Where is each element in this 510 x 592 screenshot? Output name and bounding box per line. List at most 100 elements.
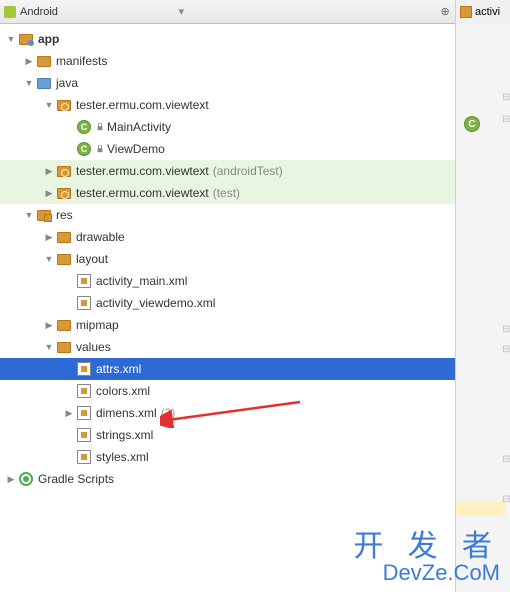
- node-label: drawable: [76, 230, 125, 244]
- watermark-line2: DevZe.CoM: [353, 562, 500, 584]
- module-folder-icon: [19, 34, 33, 45]
- chevron-right-icon[interactable]: ▶: [42, 188, 56, 199]
- view-mode-label: Android: [20, 6, 58, 18]
- folder-icon: [37, 56, 51, 67]
- folder-icon: [57, 320, 71, 331]
- tree-node-app[interactable]: ▼ app: [0, 28, 455, 50]
- node-label: layout: [76, 252, 108, 266]
- view-mode-dropdown[interactable]: Android ▾: [4, 5, 184, 18]
- node-label: manifests: [56, 54, 107, 68]
- target-icon[interactable]: ⊕: [437, 4, 453, 20]
- node-suffix: (2): [161, 406, 176, 420]
- node-label: colors.xml: [96, 384, 150, 398]
- watermark: 开 发 者 DevZe.CoM: [353, 532, 500, 584]
- chevron-down-icon[interactable]: ▼: [42, 254, 56, 264]
- res-folder-icon: [37, 210, 51, 221]
- chevron-down-icon[interactable]: ▼: [4, 34, 18, 44]
- tree-node-drawable[interactable]: ▶ drawable: [0, 226, 455, 248]
- fold-handle[interactable]: ⊟: [502, 324, 510, 334]
- xml-file-icon: [77, 274, 91, 288]
- tree-node-view-demo[interactable]: C ViewDemo: [0, 138, 455, 160]
- folder-icon: [57, 254, 71, 265]
- chevron-right-icon[interactable]: ▶: [4, 474, 18, 485]
- xml-file-icon: [77, 450, 91, 464]
- node-label: mipmap: [76, 318, 119, 332]
- package-icon: [57, 100, 71, 111]
- tree-node-manifests[interactable]: ▶ manifests: [0, 50, 455, 72]
- node-label: Gradle Scripts: [38, 472, 114, 486]
- watermark-line1: 开 发 者: [353, 532, 500, 562]
- tree-node-pkg-androidtest[interactable]: ▶ tester.ermu.com.viewtext (androidTest): [0, 160, 455, 182]
- toolbar: Android ▾ ⊕ ⇵ | ⚙▾: [0, 0, 510, 24]
- chevron-down-icon[interactable]: ▼: [22, 210, 36, 220]
- chevron-down-icon[interactable]: ▼: [42, 342, 56, 352]
- chevron-down-icon[interactable]: ▼: [42, 100, 56, 110]
- color-swatch-marker[interactable]: [462, 440, 472, 450]
- chevron-right-icon[interactable]: ▶: [42, 320, 56, 331]
- fold-handle[interactable]: ⊟: [502, 494, 510, 504]
- tree-node-activity-viewdemo[interactable]: activity_viewdemo.xml: [0, 292, 455, 314]
- node-label: ViewDemo: [107, 142, 165, 156]
- tree-node-pkg-main[interactable]: ▼ tester.ermu.com.viewtext: [0, 94, 455, 116]
- node-suffix: (androidTest): [213, 164, 283, 178]
- folder-icon: [37, 78, 51, 89]
- fold-handle[interactable]: ⊟: [502, 344, 510, 354]
- tree-node-mipmap[interactable]: ▶ mipmap: [0, 314, 455, 336]
- tree-node-attrs[interactable]: attrs.xml: [0, 358, 455, 380]
- node-label: attrs.xml: [96, 362, 141, 376]
- editor-tab[interactable]: activi: [455, 0, 510, 24]
- tree-node-dimens[interactable]: ▶ dimens.xml (2): [0, 402, 455, 424]
- chevron-right-icon[interactable]: ▶: [62, 408, 76, 419]
- tab-label: activi: [475, 6, 500, 18]
- node-label: app: [38, 32, 59, 46]
- folder-icon: [57, 232, 71, 243]
- gradle-icon: [19, 472, 33, 486]
- tree-node-values[interactable]: ▼ values: [0, 336, 455, 358]
- xml-file-icon: [77, 384, 91, 398]
- node-label: tester.ermu.com.viewtext: [76, 164, 209, 178]
- tree-node-res[interactable]: ▼ res: [0, 204, 455, 226]
- xml-file-icon: [77, 406, 91, 420]
- xml-file-icon: [77, 428, 91, 442]
- class-gutter-marker[interactable]: C: [464, 116, 480, 132]
- node-label: java: [56, 76, 78, 90]
- node-label: styles.xml: [96, 450, 149, 464]
- node-label: strings.xml: [96, 428, 153, 442]
- tree-node-gradle[interactable]: ▶ Gradle Scripts: [0, 468, 455, 490]
- xml-file-icon: [77, 296, 91, 310]
- xml-file-icon: [77, 362, 91, 376]
- tree-node-layout[interactable]: ▼ layout: [0, 248, 455, 270]
- fold-handle[interactable]: ⊟: [502, 114, 510, 124]
- tree-node-strings[interactable]: strings.xml: [0, 424, 455, 446]
- node-label: dimens.xml: [96, 406, 157, 420]
- node-label: values: [76, 340, 111, 354]
- class-icon: C: [77, 120, 91, 134]
- node-label: MainActivity: [107, 120, 171, 134]
- tree-node-pkg-test[interactable]: ▶ tester.ermu.com.viewtext (test): [0, 182, 455, 204]
- node-label: tester.ermu.com.viewtext: [76, 186, 209, 200]
- class-icon: C: [77, 142, 91, 156]
- project-tree: ▼ app ▶ manifests ▼ java ▼ tester.ermu.c…: [0, 24, 455, 494]
- chevron-down-icon[interactable]: ▼: [22, 78, 36, 88]
- node-label: activity_viewdemo.xml: [96, 296, 215, 310]
- tree-node-styles[interactable]: styles.xml: [0, 446, 455, 468]
- node-label: activity_main.xml: [96, 274, 187, 288]
- tree-node-colors[interactable]: colors.xml: [0, 380, 455, 402]
- tree-node-main-activity[interactable]: C MainActivity: [0, 116, 455, 138]
- package-icon: [57, 188, 71, 199]
- highlight-bar: [456, 502, 506, 516]
- chevron-right-icon[interactable]: ▶: [42, 166, 56, 177]
- fold-handle[interactable]: ⊟: [502, 454, 510, 464]
- chevron-right-icon[interactable]: ▶: [42, 232, 56, 243]
- chevron-right-icon[interactable]: ▶: [22, 56, 36, 67]
- tree-node-activity-main[interactable]: activity_main.xml: [0, 270, 455, 292]
- lock-icon: [96, 145, 104, 153]
- fold-handle[interactable]: ⊟: [502, 92, 510, 102]
- xml-file-icon: [460, 6, 472, 18]
- tree-node-java[interactable]: ▼ java: [0, 72, 455, 94]
- node-label: res: [56, 208, 73, 222]
- node-label: tester.ermu.com.viewtext: [76, 98, 209, 112]
- package-icon: [57, 166, 71, 177]
- lock-icon: [96, 123, 104, 131]
- chevron-down-icon: ▾: [178, 5, 184, 18]
